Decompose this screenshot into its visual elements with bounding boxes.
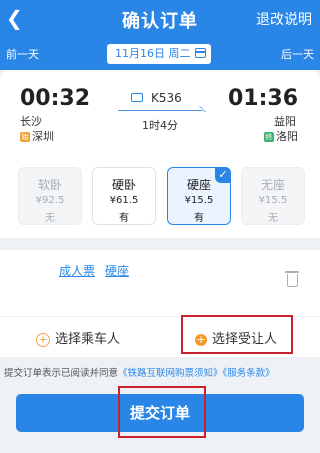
seat-price: ¥92.5 [35, 195, 65, 206]
seat-price: ¥15.5 [184, 195, 214, 206]
refund-rules-link[interactable]: 退改说明 [256, 9, 312, 29]
seat-availability: 无 [268, 213, 278, 224]
date-bar: 前一天 11月16日 周二 后一天 [0, 38, 320, 70]
seat-option-no-seat[interactable]: 无座 ¥15.5 无 [241, 167, 305, 225]
route-arrow [118, 110, 202, 111]
train-info-card: 00:32 长沙 始深圳 K536 1时4分 01:36 益阳 终洛阳 软卧 ¥… [0, 70, 320, 238]
agreement-text: 提交订单表示已阅读并同意《铁路互联网购票须知》《服务条款》 [4, 365, 320, 379]
purchase-notice-link[interactable]: 《铁路互联网购票须知》 [118, 368, 223, 379]
seat-option-hard-sleeper[interactable]: 硬卧 ¥61.5 有 [92, 167, 156, 225]
depart-time: 00:32 [20, 86, 91, 111]
passenger-row [0, 250, 320, 316]
highlight-box-recipient [181, 315, 293, 354]
date-selector[interactable]: 11月16日 周二 [107, 44, 211, 64]
arrive-time: 01:36 [227, 86, 298, 111]
seat-price: ¥15.5 [258, 195, 288, 206]
seat-option-hard-seat[interactable]: 硬座 ¥15.5 有 ✓ [167, 167, 231, 225]
agreement-prefix: 提交订单表示已阅读并同意 [4, 368, 119, 379]
seat-price: ¥61.5 [109, 195, 139, 206]
seat-name: 软卧 [37, 178, 62, 192]
train-icon [131, 93, 143, 102]
calendar-icon [195, 48, 206, 58]
next-day-button[interactable]: 后一天 [281, 46, 314, 62]
highlight-box-submit [118, 386, 206, 438]
arrive-station-name: 洛阳 [276, 130, 298, 143]
date-text: 11月16日 周二 [115, 47, 191, 60]
arrive-station: 终洛阳 [264, 128, 298, 144]
trash-icon[interactable] [285, 271, 299, 287]
seat-availability: 有 [119, 213, 129, 224]
select-passenger-button[interactable]: + 选择乘车人 [36, 328, 120, 347]
terms-link[interactable]: 《服务条款》 [223, 368, 275, 379]
train-number: K536 [151, 91, 182, 105]
origin-badge: 始 [20, 132, 30, 142]
seat-availability: 无 [45, 213, 55, 224]
prev-day-button[interactable]: 前一天 [6, 46, 39, 62]
seat-availability: 有 [194, 213, 204, 224]
seat-name: 硬卧 [111, 178, 136, 192]
selected-check-icon: ✓ [215, 167, 231, 183]
seat-option-soft-sleeper[interactable]: 软卧 ¥92.5 无 [18, 167, 82, 225]
header-bar: ❮ 确认订单 退改说明 [0, 0, 320, 38]
terminal-badge: 终 [264, 132, 274, 142]
plus-circle-icon: + [36, 332, 50, 347]
seat-name: 无座 [260, 178, 285, 192]
ticket-type-link[interactable]: 成人票 [59, 262, 95, 279]
select-passenger-label: 选择乘车人 [55, 332, 121, 347]
arrive-city: 益阳 [274, 115, 296, 128]
arrow-head-icon [193, 106, 206, 112]
passenger-seat-link[interactable]: 硬座 [105, 262, 129, 279]
